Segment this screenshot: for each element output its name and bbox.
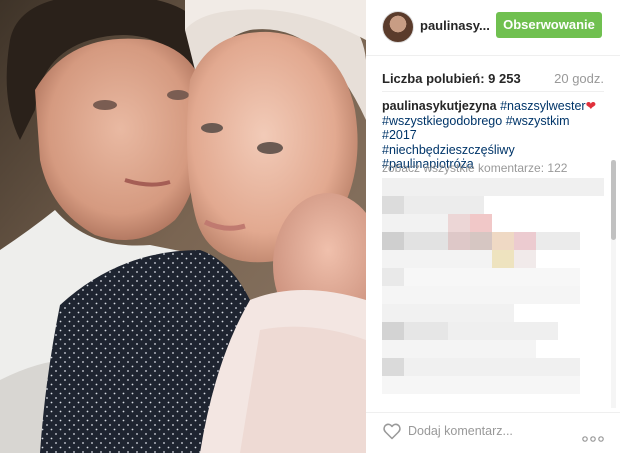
hashtag-link[interactable]: #2017 bbox=[382, 128, 417, 142]
heart-emoji: ❤ bbox=[585, 99, 597, 113]
pixelated-block bbox=[404, 268, 580, 286]
follow-button[interactable]: Obserwowanie bbox=[496, 12, 602, 38]
caption-username[interactable]: paulinasykutjezyna bbox=[382, 99, 497, 113]
pixelated-block bbox=[382, 286, 580, 304]
pixelated-block bbox=[492, 250, 514, 268]
post-header: paulinasy... Obserwowanie bbox=[366, 0, 620, 56]
pixelated-block bbox=[382, 376, 580, 394]
pixelated-block bbox=[492, 232, 514, 250]
hashtag-link[interactable]: #niechbędzieszczęśliwy bbox=[382, 143, 515, 157]
likes-count[interactable]: Liczba polubień: 9 253 bbox=[382, 71, 521, 86]
pixelated-block bbox=[536, 232, 580, 250]
pixelated-block bbox=[382, 340, 536, 358]
pixelated-block bbox=[382, 214, 448, 232]
view-all-comments-link[interactable]: zobacz wszystkie komentarze: 122 bbox=[382, 161, 567, 175]
hashtag-link[interactable]: #naszsylwester bbox=[500, 99, 585, 113]
pixelated-block bbox=[404, 322, 448, 340]
add-comment-input[interactable] bbox=[408, 422, 558, 440]
pixelated-block bbox=[382, 178, 604, 196]
post-timestamp: 20 godz. bbox=[554, 71, 604, 86]
pixelated-block bbox=[382, 196, 404, 214]
post-sidebar: paulinasy... Obserwowanie Liczba polubie… bbox=[366, 0, 620, 453]
post-photo[interactable] bbox=[0, 0, 366, 453]
pixelated-block bbox=[404, 232, 448, 250]
pixelated-block bbox=[404, 358, 580, 376]
pixelated-block bbox=[382, 250, 492, 268]
pixelated-block bbox=[382, 268, 404, 286]
more-options-icon[interactable] bbox=[582, 429, 604, 442]
avatar[interactable] bbox=[382, 11, 414, 43]
hashtag-link[interactable]: #wszystkiegodobrego bbox=[382, 114, 502, 128]
pixelated-block bbox=[448, 232, 470, 250]
pixelated-block bbox=[382, 322, 404, 340]
comment-footer bbox=[366, 412, 620, 454]
pixelated-block bbox=[382, 232, 404, 250]
pixelated-block bbox=[404, 196, 484, 214]
heart-outline-icon[interactable] bbox=[382, 421, 402, 441]
pixelated-block bbox=[382, 304, 514, 322]
pixelated-block bbox=[448, 214, 470, 232]
pixelated-block bbox=[514, 232, 536, 250]
pixelated-block bbox=[514, 250, 536, 268]
pixelated-block bbox=[470, 214, 492, 232]
post-photo-image bbox=[0, 0, 366, 453]
pixelated-block bbox=[448, 322, 558, 340]
divider bbox=[382, 91, 604, 92]
pixelated-block bbox=[470, 232, 492, 250]
comments-scrollbar-thumb[interactable] bbox=[611, 160, 616, 240]
username-link[interactable]: paulinasy... bbox=[420, 18, 490, 33]
hashtag-link[interactable]: #wszystkim bbox=[506, 114, 570, 128]
comments-list-pixelated bbox=[382, 178, 604, 406]
pixelated-block bbox=[382, 358, 404, 376]
